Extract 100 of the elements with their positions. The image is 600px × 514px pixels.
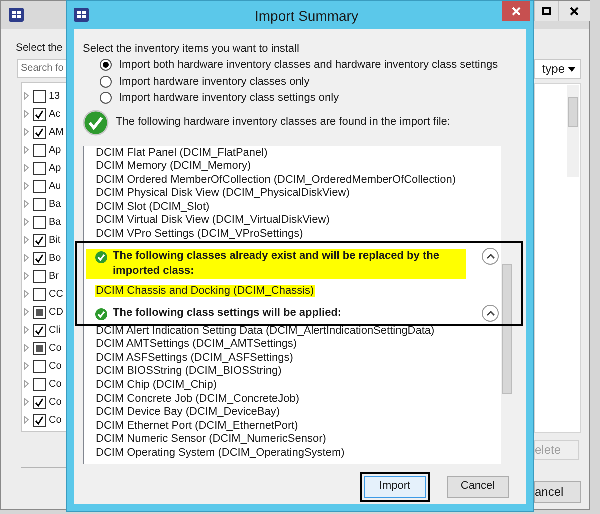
expand-arrow-icon[interactable]: [24, 272, 29, 280]
checkbox[interactable]: [33, 342, 46, 354]
expand-arrow-icon[interactable]: [24, 308, 29, 316]
radio-button[interactable]: [100, 92, 112, 104]
instruction-text: Select the: [16, 41, 63, 56]
expand-arrow-icon[interactable]: [24, 146, 29, 154]
checkbox[interactable]: [33, 306, 46, 318]
checkmark-icon: [95, 250, 108, 264]
class-list-item: DCIM Flat Panel (DCIM_FlatPanel): [95, 146, 269, 158]
checkbox[interactable]: [33, 378, 46, 390]
dialog-button[interactable]: Cancel: [447, 476, 509, 498]
checkbox[interactable]: [33, 108, 46, 120]
expand-arrow-icon[interactable]: [24, 236, 29, 244]
tree-item-label: Co: [49, 378, 62, 392]
class-list-item: DCIM Ordered MemberOfCollection (DCIM_OrderedMemberOfCollection): [95, 174, 458, 186]
tree-item-label: Ba: [49, 216, 62, 230]
tree-item-label: Bit: [49, 234, 61, 248]
maximize-button[interactable]: [534, 1, 558, 21]
class-list-item: DCIM BIOSString (DCIM_BIOSString): [95, 365, 283, 378]
tree-item-label: Ba: [49, 198, 62, 212]
class-list-item: DCIM Memory (DCIM_Memory): [95, 160, 252, 172]
expand-arrow-icon[interactable]: [24, 326, 29, 334]
expand-arrow-icon[interactable]: [24, 290, 29, 298]
expand-arrow-icon[interactable]: [24, 362, 29, 370]
close-button[interactable]: [558, 1, 590, 21]
app-icon: [74, 8, 89, 22]
checkbox[interactable]: [33, 216, 46, 228]
radio-button[interactable]: [100, 76, 112, 88]
expand-arrow-icon[interactable]: [24, 380, 29, 388]
expand-arrow-icon[interactable]: [24, 128, 29, 136]
close-icon: [570, 6, 579, 16]
tree-item-label: AM: [49, 126, 64, 140]
tree-item-label: CC: [49, 288, 64, 302]
checkbox[interactable]: [33, 288, 46, 300]
tree-item-label: Ap: [49, 144, 62, 158]
dropdown-caret-icon: [568, 66, 576, 72]
tree-item-label: Co: [49, 396, 62, 410]
class-list-item: DCIM Numeric Sensor (DCIM_NumericSensor): [95, 433, 328, 446]
option-label[interactable]: Import hardware inventory classes only: [119, 74, 310, 90]
expand-arrow-icon[interactable]: [24, 164, 29, 172]
class-list-item: DCIM Virtual Disk View (DCIM_VirtualDiskView): [95, 214, 331, 226]
checkbox[interactable]: [33, 324, 46, 336]
checkbox[interactable]: [33, 198, 46, 210]
checkbox[interactable]: [33, 414, 46, 426]
close-icon: [512, 6, 520, 16]
tree-item-label: Ap: [49, 162, 62, 176]
class-list-item: DCIM Physical Disk View (DCIM_PhysicalDiskView): [95, 187, 351, 200]
checkbox[interactable]: [33, 90, 46, 102]
checkbox[interactable]: [33, 234, 46, 246]
app-icon: [9, 8, 24, 22]
class-list-item: DCIM Slot (DCIM_Slot): [95, 200, 211, 213]
scrollbar[interactable]: [567, 85, 579, 177]
section-header: The following classes already exist and will be replaced by the imported class:: [113, 248, 440, 279]
expand-arrow-icon[interactable]: [24, 344, 29, 352]
type-dropdown[interactable]: type: [534, 59, 581, 79]
checkmark-icon: [83, 110, 109, 136]
collapse-button[interactable]: [482, 248, 499, 265]
tree-item-label: Br: [49, 270, 59, 284]
tree-item-label: Co: [49, 414, 62, 428]
expand-arrow-icon[interactable]: [24, 110, 29, 118]
checkbox[interactable]: [33, 396, 46, 408]
option-label[interactable]: Import both hardware inventory classes and hardware inventory class settings: [119, 57, 498, 74]
section-header: The following class settings will be applied:: [113, 306, 343, 321]
class-list-item: DCIM Operating System (DCIM_OperatingSystem): [95, 447, 346, 459]
expand-arrow-icon[interactable]: [24, 416, 29, 424]
expand-arrow-icon[interactable]: [24, 398, 29, 406]
tree-item-label: Au: [49, 180, 62, 194]
expand-arrow-icon[interactable]: [24, 200, 29, 208]
expand-arrow-icon[interactable]: [24, 254, 29, 262]
collapse-button[interactable]: [482, 304, 499, 322]
expand-arrow-icon[interactable]: [24, 92, 29, 100]
checkbox[interactable]: [33, 162, 46, 174]
class-list-item: DCIM Device Bay (DCIM_DeviceBay): [95, 406, 281, 418]
class-list-item: DCIM VPro Settings (DCIM_VProSettings): [95, 228, 304, 240]
radio-button[interactable]: [100, 59, 112, 72]
found-message: The following hardware inventory classes are found in the import file:: [116, 115, 450, 130]
tree-item-label: Bo: [49, 252, 62, 266]
checkbox[interactable]: [33, 252, 46, 264]
class-list-item: DCIM Alert Indication Setting Data (DCIM_AlertIndicationSettingData): [95, 324, 436, 337]
class-list-item: DCIM Chassis and Docking (DCIM_Chassis): [95, 284, 316, 297]
checkbox[interactable]: [33, 360, 46, 372]
class-list-item: DCIM ASFSettings (DCIM_ASFSettings): [95, 352, 294, 364]
chevron-up-icon: [486, 310, 494, 316]
tree-item-label: Ac: [49, 108, 61, 122]
checkbox[interactable]: [33, 126, 46, 138]
expand-arrow-icon[interactable]: [24, 182, 29, 190]
class-list-item: DCIM Concrete Job (DCIM_ConcreteJob): [95, 392, 301, 405]
option-label[interactable]: Import hardware inventory class settings only: [119, 90, 340, 106]
class-list-item: DCIM Chip (DCIM_Chip): [95, 379, 218, 392]
chevron-up-icon: [486, 254, 494, 259]
tree-item-label: CD: [49, 306, 64, 320]
checkmark-icon: [95, 308, 108, 321]
dropdown-value: type: [542, 61, 565, 78]
window-button[interactable]: ancel: [534, 481, 581, 503]
expand-arrow-icon[interactable]: [24, 218, 29, 226]
checkbox[interactable]: [33, 144, 46, 156]
tree-item-label: Co: [49, 342, 62, 356]
dialog-button[interactable]: Import: [364, 476, 426, 498]
checkbox[interactable]: [33, 270, 46, 282]
checkbox[interactable]: [33, 180, 46, 192]
